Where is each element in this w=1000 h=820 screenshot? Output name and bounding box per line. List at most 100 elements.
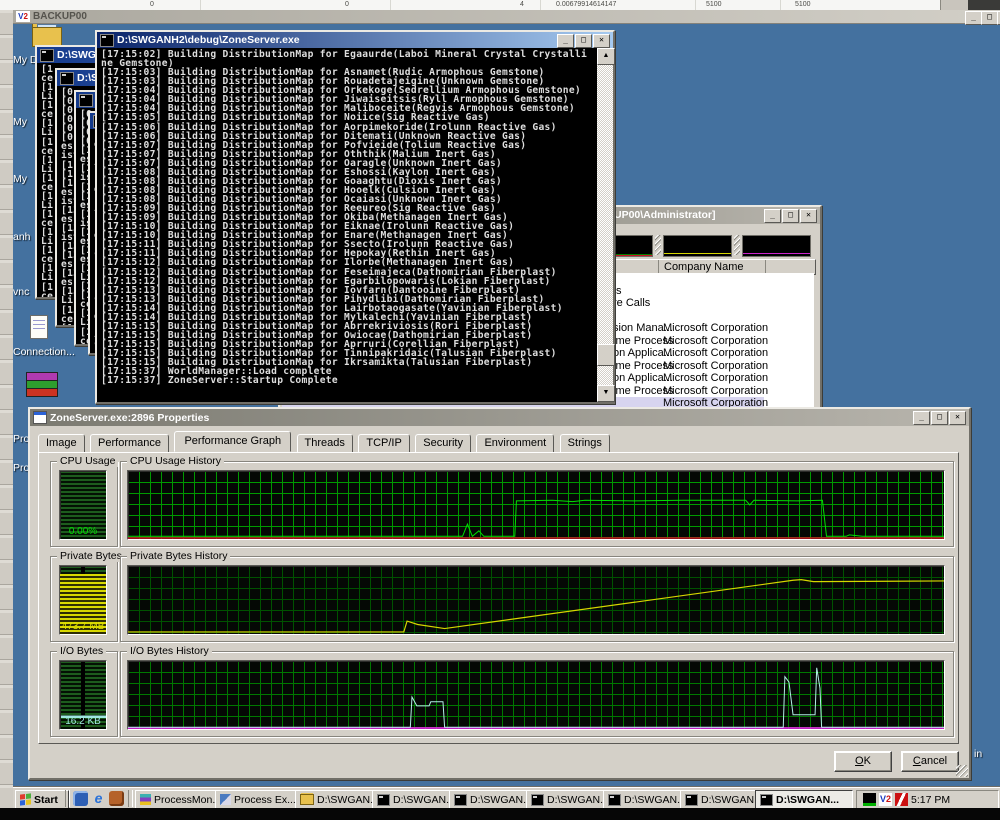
tab-threads[interactable]: Threads	[297, 434, 353, 453]
column-divider	[658, 260, 659, 274]
process-row-fragment[interactable]: re Calls	[613, 297, 650, 309]
vnc-viewer-titlebar[interactable]: V2 BACKUP00 _ □ ×	[13, 10, 1000, 24]
process-row-company[interactable]: Microsoft Corporation	[663, 360, 768, 372]
procexp-title: UP00\Administrator]	[614, 209, 716, 221]
close-icon[interactable]: ✕	[593, 34, 610, 48]
archive-app-icon[interactable]	[26, 372, 58, 399]
desktop-icon-label-partial[interactable]: in	[974, 748, 982, 760]
scroll-down-icon[interactable]: ▼	[597, 385, 615, 402]
cmd-icon	[531, 794, 544, 806]
properties-titlebar[interactable]: ZoneServer.exe:2896 Properties _ □ ✕	[30, 409, 969, 426]
toolbar-io-graph[interactable]	[742, 235, 811, 257]
taskbar-button-folder[interactable]: D:\SWGAN...	[295, 790, 379, 808]
host-gridline	[390, 0, 391, 10]
desktop-icon-label[interactable]: Connection...	[13, 346, 75, 358]
cpu-history-graph	[127, 470, 945, 540]
tab-strings[interactable]: Strings	[560, 434, 610, 453]
process-row-company[interactable]: Microsoft Corporation	[663, 322, 768, 334]
tab-performance[interactable]: Performance	[90, 434, 169, 453]
system-tray[interactable]: V2 5:17 PM	[856, 790, 999, 808]
io-history-groupbox: I/O Bytes History	[120, 651, 954, 737]
toolbar-grip[interactable]	[734, 235, 740, 255]
taskbar-button-console[interactable]: D:\SWGAN...	[680, 790, 760, 808]
red-app-tray-icon[interactable]	[895, 793, 908, 806]
properties-tab-strip[interactable]: Image Performance Performance Graph Thre…	[38, 433, 611, 453]
tray-clock[interactable]: 5:17 PM	[911, 794, 950, 806]
tab-performance-graph[interactable]: Performance Graph	[174, 431, 291, 452]
zoneserver-properties-window[interactable]: ZoneServer.exe:2896 Properties _ □ ✕ Ima…	[28, 407, 971, 780]
windows-flag-icon	[20, 793, 31, 805]
maximize-icon[interactable]: □	[931, 411, 948, 425]
desktop-icon-label[interactable]: vnc	[13, 286, 29, 298]
show-desktop-icon[interactable]	[73, 791, 88, 806]
private-bytes-value: 473.7 MB	[60, 621, 106, 632]
ok-button[interactable]: OK	[834, 751, 892, 772]
tab-image[interactable]: Image	[38, 434, 85, 453]
media-app-icon[interactable]	[109, 791, 124, 806]
desktop-icon-label[interactable]: My D	[13, 54, 38, 66]
minimize-icon[interactable]: _	[764, 209, 781, 223]
internet-explorer-icon[interactable]: e	[91, 791, 106, 806]
start-button[interactable]: Start	[15, 790, 69, 808]
tab-security[interactable]: Security	[415, 434, 471, 453]
private-bytes-history-graph	[127, 565, 945, 635]
toolbar-memory-graph[interactable]	[663, 235, 732, 257]
taskbar-button-label: D:\SWGAN...	[317, 794, 379, 806]
console-scrollbar[interactable]: ▲ ▼	[597, 48, 613, 402]
host-gridline	[200, 0, 201, 10]
scroll-up-icon[interactable]: ▲	[597, 48, 615, 65]
cancel-button[interactable]: Cancel	[901, 751, 959, 772]
desktop-icon-label[interactable]: My	[13, 173, 27, 185]
maximize-icon[interactable]: □	[981, 11, 998, 25]
zoneserver-console-window[interactable]: D:\SWGANH2\debug\ZoneServer.exe _ □ ✕ [1…	[95, 30, 615, 404]
scroll-thumb[interactable]	[597, 344, 615, 366]
desktop-icon-label[interactable]: anh	[13, 231, 31, 243]
process-row-company[interactable]: Microsoft Corporation	[663, 385, 768, 397]
vnc-server-tray-icon[interactable]: V2	[879, 793, 892, 806]
taskbar[interactable]: Start e ProcessMon... Process Ex... D:\S…	[13, 787, 1000, 808]
process-row-company[interactable]: Microsoft Corporation	[663, 335, 768, 347]
console-titlebar[interactable]: D:\SWGANH2\debug\ZoneServer.exe _ □ ✕	[97, 32, 613, 48]
process-row-company[interactable]: Microsoft Corporation	[663, 372, 768, 384]
tab-environment[interactable]: Environment	[476, 434, 554, 453]
taskbar-button-procexp[interactable]: Process Ex...	[215, 790, 302, 808]
minimize-icon[interactable]: _	[557, 34, 574, 48]
io-history-label: I/O Bytes History	[127, 645, 212, 657]
io-bytes-label: I/O Bytes	[57, 645, 106, 657]
taskbar-button-console[interactable]: D:\SWGAN...	[526, 790, 610, 808]
resize-grip[interactable]	[956, 765, 968, 777]
connection-file-icon[interactable]	[30, 315, 48, 339]
host-gridline	[695, 0, 696, 10]
taskbar-button-console-active[interactable]: D:\SWGAN...	[755, 790, 853, 808]
cmd-icon	[454, 794, 467, 806]
desktop-icon-label[interactable]: My	[13, 116, 27, 128]
io-bytes-gauge: 16.2 KB	[59, 660, 107, 730]
taskbar-button-label: D:\SWGAN...	[776, 794, 839, 806]
close-icon[interactable]: ✕	[949, 411, 966, 425]
cmd-icon	[760, 794, 773, 806]
cmd-icon	[100, 34, 114, 47]
tab-tcpip[interactable]: TCP/IP	[358, 434, 409, 453]
private-bytes-history-label: Private Bytes History	[127, 550, 230, 562]
taskbar-button-console[interactable]: D:\SWGAN...	[372, 790, 456, 808]
minimize-icon[interactable]: _	[965, 11, 982, 25]
host-gridline	[540, 0, 541, 10]
properties-app-icon	[33, 411, 47, 424]
minimize-icon[interactable]: _	[913, 411, 930, 425]
column-header-company[interactable]: Company Name	[664, 261, 743, 273]
taskbar-button-procmon[interactable]: ProcessMon...	[135, 790, 222, 808]
cmd-icon	[685, 794, 698, 806]
process-row-company[interactable]: Microsoft Corporation	[663, 347, 768, 359]
taskbar-button-console[interactable]: D:\SWGAN...	[449, 790, 533, 808]
close-icon[interactable]: ✕	[800, 209, 817, 223]
cpu-usage-label: CPU Usage	[57, 455, 118, 467]
taskbar-button-console[interactable]: D:\SWGAN...	[603, 790, 687, 808]
toolbar-grip[interactable]	[655, 235, 661, 255]
maximize-icon[interactable]: □	[782, 209, 799, 223]
taskbar-divider	[128, 790, 133, 807]
cpu-graph-tray-icon[interactable]	[863, 793, 876, 806]
cpu-usage-groupbox: CPU Usage 0.00%	[50, 461, 118, 547]
host-cell: 4	[520, 1, 524, 8]
maximize-icon[interactable]: □	[575, 34, 592, 48]
cpu-history-label: CPU Usage History	[127, 455, 224, 467]
